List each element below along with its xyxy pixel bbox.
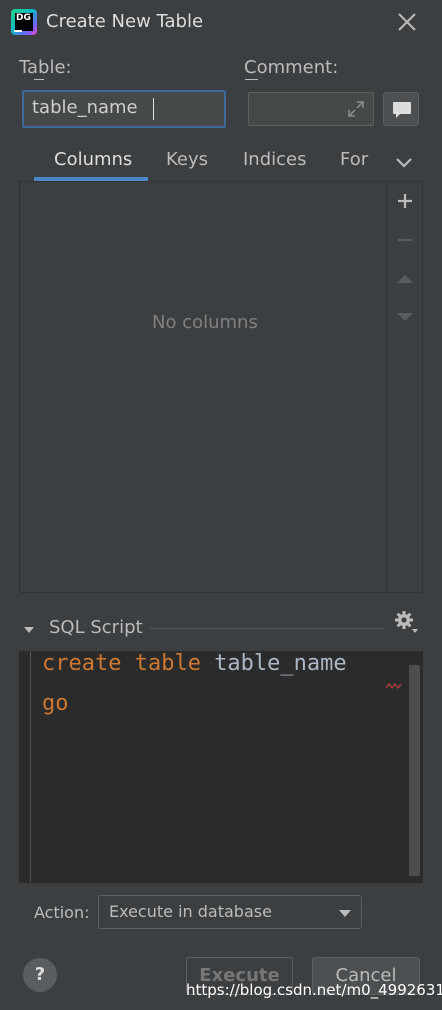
editor-gutter (30, 652, 31, 882)
sql-editor[interactable] (19, 651, 423, 883)
collapse-triangle-icon[interactable] (22, 621, 36, 635)
tab-columns[interactable]: Columns (54, 149, 132, 170)
gear-icon[interactable] (392, 609, 420, 635)
watermark-text: https://blog.csdn.net/m0_49926319 (186, 981, 442, 999)
mnemonic-underline (245, 79, 258, 80)
remove-icon[interactable] (391, 226, 419, 254)
action-selected-value: Execute in database (109, 902, 272, 921)
comment-label: Comment: (244, 57, 339, 78)
sql-keyword: create table (42, 651, 215, 676)
editor-scrollbar[interactable] (409, 665, 420, 876)
comment-input[interactable] (248, 92, 374, 126)
tab-indices[interactable]: Indices (243, 149, 307, 170)
sql-line-2: go (42, 691, 69, 716)
action-dropdown[interactable]: Execute in database (98, 895, 362, 929)
table-label: Table: (19, 57, 72, 78)
error-squiggle (385, 674, 402, 695)
empty-state-text: No columns (152, 312, 258, 333)
table-name-input[interactable]: table_name (22, 90, 226, 128)
app-logo-icon: DG (11, 9, 37, 35)
close-icon[interactable] (394, 9, 420, 35)
help-button[interactable]: ? (23, 958, 57, 992)
action-label: Action: (34, 903, 90, 922)
expand-icon[interactable] (345, 98, 367, 120)
tab-foreign-keys[interactable]: For (340, 149, 368, 170)
sql-script-label: SQL Script (49, 617, 143, 638)
app-logo-text: DG (15, 13, 33, 31)
comment-icon (393, 102, 411, 118)
comment-button[interactable] (383, 92, 419, 126)
help-icon: ? (34, 964, 46, 985)
chevron-down-icon[interactable] (393, 152, 415, 174)
move-down-icon[interactable] (391, 303, 419, 331)
toolbar-divider (386, 181, 387, 593)
dropdown-arrow-icon (339, 910, 351, 917)
sql-identifier: table_name (214, 651, 347, 676)
window-title: Create New Table (46, 11, 204, 32)
text-caret (153, 98, 154, 120)
table-name-value: table_name (32, 97, 138, 118)
tab-keys[interactable]: Keys (166, 149, 208, 170)
section-divider (150, 628, 384, 629)
sql-line-1: create table table_name (42, 651, 347, 676)
add-icon[interactable] (391, 187, 419, 215)
columns-panel[interactable] (19, 181, 423, 593)
move-up-icon[interactable] (391, 265, 419, 293)
mnemonic-underline (34, 79, 44, 80)
active-tab-indicator (34, 177, 148, 181)
